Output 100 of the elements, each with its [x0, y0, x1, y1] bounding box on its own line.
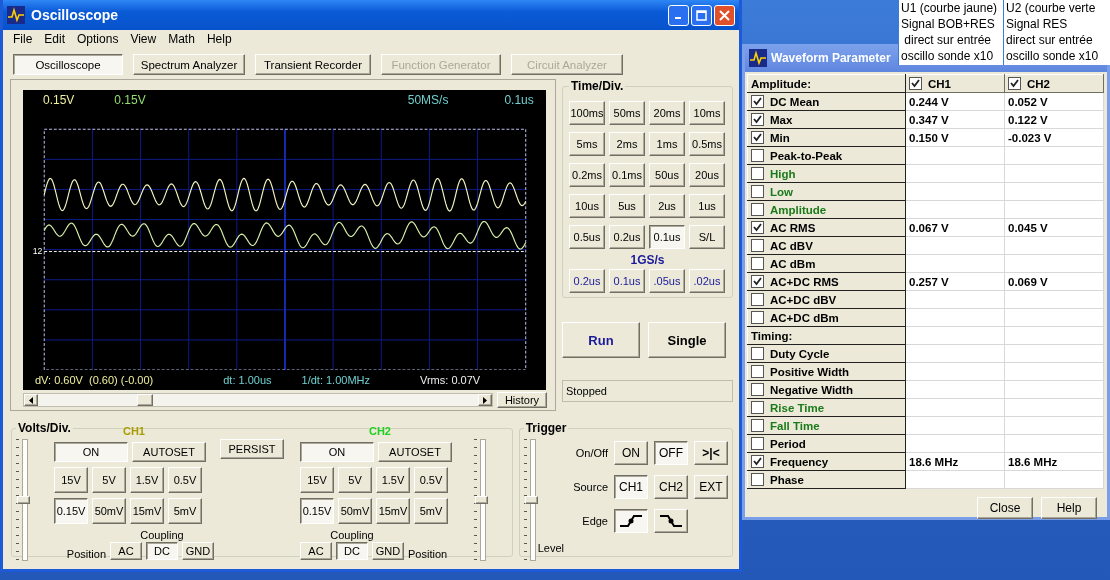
mode-tab[interactable]: Transient Recorder — [255, 54, 371, 75]
coupling-button[interactable]: AC — [110, 542, 142, 560]
slider-track[interactable] — [480, 439, 486, 561]
edge-button[interactable] — [614, 509, 648, 533]
timebase-button[interactable]: 50ms — [609, 101, 645, 125]
checkbox[interactable] — [751, 203, 764, 216]
timebase-button[interactable]: 10ms — [689, 101, 725, 125]
on-button[interactable]: ON — [54, 442, 128, 462]
volts-button[interactable]: 0.15V — [54, 498, 88, 524]
single-button[interactable]: Single — [648, 322, 726, 358]
checkbox[interactable] — [751, 311, 764, 324]
center-button[interactable]: >|< — [694, 441, 728, 465]
timebase-button[interactable]: 0.5us — [569, 225, 605, 249]
checkbox[interactable] — [751, 437, 764, 450]
slider-thumb[interactable] — [524, 496, 538, 504]
scrollbar[interactable] — [23, 393, 493, 407]
scroll-thumb[interactable] — [137, 394, 153, 406]
menu-item[interactable]: Edit — [38, 32, 72, 46]
timebase-button[interactable]: 0.2ms — [569, 163, 605, 187]
source-button[interactable]: CH1 — [614, 475, 648, 499]
timebase-button[interactable]: 0.1ms — [609, 163, 645, 187]
trigger-button[interactable]: OFF — [654, 441, 688, 465]
checkbox[interactable] — [751, 419, 764, 432]
volts-button[interactable]: 15V — [300, 467, 334, 493]
timebase-button[interactable]: 20us — [689, 163, 725, 187]
autoset-button[interactable]: AUTOSET — [132, 442, 206, 462]
slider-track[interactable] — [529, 439, 536, 561]
timebase-button[interactable]: 0.5ms — [689, 132, 725, 156]
volts-button[interactable]: 50mV — [338, 498, 372, 524]
timebase-button[interactable]: 2us — [649, 194, 685, 218]
menu-item[interactable]: View — [124, 32, 163, 46]
timebase-button[interactable]: 2ms — [609, 132, 645, 156]
volts-button[interactable]: 0.5V — [168, 467, 202, 493]
volts-button[interactable]: 5mV — [168, 498, 202, 524]
persist-button[interactable]: PERSIST — [220, 439, 284, 459]
dialog-button[interactable]: Close — [977, 497, 1033, 519]
coupling-button[interactable]: DC — [336, 542, 368, 560]
menu-item[interactable]: File — [7, 32, 39, 46]
maximize-icon[interactable] — [691, 4, 712, 26]
timebase-button[interactable]: 0.1us — [649, 225, 685, 249]
checkbox[interactable] — [751, 347, 764, 360]
timebase-button[interactable]: .05us — [649, 269, 685, 293]
volts-button[interactable]: 15V — [54, 467, 88, 493]
checkbox[interactable] — [751, 113, 764, 126]
scroll-right-icon[interactable] — [478, 394, 492, 406]
checkbox[interactable] — [1008, 77, 1021, 90]
volts-button[interactable]: 15mV — [130, 498, 164, 524]
slider-thumb[interactable] — [475, 496, 488, 504]
checkbox[interactable] — [751, 401, 764, 414]
slider-track[interactable] — [22, 439, 28, 561]
timebase-button[interactable]: 1ms — [649, 132, 685, 156]
volts-button[interactable]: 0.5V — [414, 467, 448, 493]
volts-button[interactable]: 50mV — [92, 498, 126, 524]
volts-button[interactable]: 1.5V — [376, 467, 410, 493]
checkbox[interactable] — [751, 473, 764, 486]
checkbox[interactable] — [751, 365, 764, 378]
volts-button[interactable]: 5V — [338, 467, 372, 493]
timebase-button[interactable]: 0.2us — [569, 269, 605, 293]
timebase-button[interactable]: 0.1us — [609, 269, 645, 293]
timebase-button[interactable]: 1us — [689, 194, 725, 218]
coupling-button[interactable]: GND — [372, 542, 404, 560]
run-button[interactable]: Run — [562, 322, 640, 358]
checkbox[interactable] — [909, 77, 922, 90]
timebase-button[interactable]: 0.2us — [609, 225, 645, 249]
timebase-button[interactable]: S/L — [689, 225, 725, 249]
checkbox[interactable] — [751, 185, 764, 198]
minimize-icon[interactable] — [668, 4, 689, 26]
volts-button[interactable]: 1.5V — [130, 467, 164, 493]
checkbox[interactable] — [751, 221, 764, 234]
menu-item[interactable]: Help — [200, 32, 238, 46]
source-button[interactable]: CH2 — [654, 475, 688, 499]
menu-item[interactable]: Math — [162, 32, 201, 46]
on-button[interactable]: ON — [300, 442, 374, 462]
autoset-button[interactable]: AUTOSET — [378, 442, 452, 462]
timebase-button[interactable]: 20ms — [649, 101, 685, 125]
coupling-button[interactable]: DC — [146, 542, 178, 560]
timebase-button[interactable]: 5us — [609, 194, 645, 218]
volts-button[interactable]: 0.15V — [300, 498, 334, 524]
timebase-button[interactable]: 100ms — [569, 101, 605, 125]
checkbox[interactable] — [751, 383, 764, 396]
volts-button[interactable]: 5V — [92, 467, 126, 493]
trigger-button[interactable]: ON — [614, 441, 648, 465]
volts-button[interactable]: 5mV — [414, 498, 448, 524]
history-button[interactable]: History — [497, 392, 547, 408]
checkbox[interactable] — [751, 455, 764, 468]
timebase-button[interactable]: .02us — [689, 269, 725, 293]
checkbox[interactable] — [751, 257, 764, 270]
coupling-button[interactable]: GND — [182, 542, 214, 560]
slider-thumb[interactable] — [17, 496, 30, 504]
source-button[interactable]: EXT — [694, 475, 728, 499]
checkbox[interactable] — [751, 167, 764, 180]
checkbox[interactable] — [751, 275, 764, 288]
mode-tab[interactable]: Oscilloscope — [13, 54, 123, 75]
scroll-left-icon[interactable] — [24, 394, 38, 406]
checkbox[interactable] — [751, 95, 764, 108]
checkbox[interactable] — [751, 239, 764, 252]
timebase-button[interactable]: 10us — [569, 194, 605, 218]
close-icon[interactable] — [714, 4, 735, 26]
checkbox[interactable] — [751, 293, 764, 306]
menu-item[interactable]: Options — [71, 32, 125, 46]
